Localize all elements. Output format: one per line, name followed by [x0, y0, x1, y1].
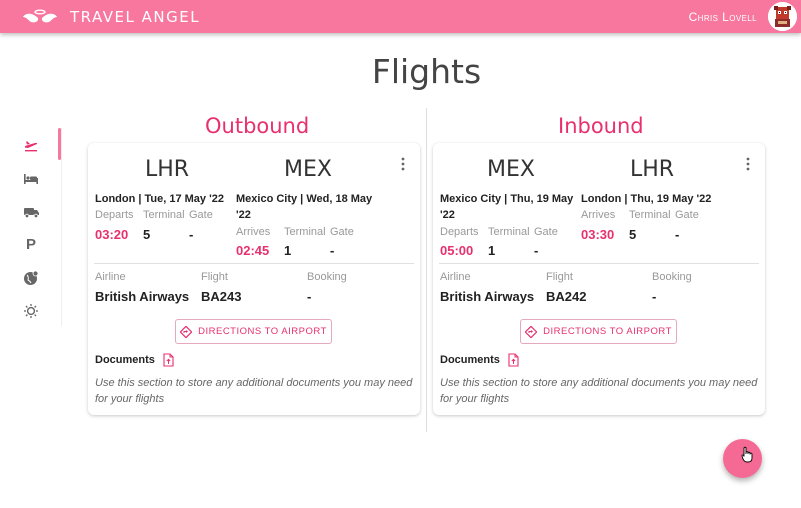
side-nav: P	[0, 128, 62, 326]
gate-label: Gate	[675, 209, 699, 221]
page-title: Flights	[371, 52, 482, 91]
directions-label: DIRECTIONS TO AIRPORT	[198, 326, 327, 337]
nav-item-weather[interactable]	[22, 302, 40, 320]
inbound-flight-card: MEX LHR Mexico City | Thu, 19 May '22 De…	[433, 143, 765, 415]
departs-label: Departs	[440, 226, 479, 238]
airline-label: Airline	[95, 271, 126, 283]
arrival-time: 03:30	[581, 227, 615, 242]
origin-code: MEX	[487, 157, 535, 182]
arrival-terminal: 5	[629, 227, 637, 242]
booking-value: -	[652, 289, 657, 304]
nav-item-hotels[interactable]	[22, 170, 40, 188]
arrives-label: Arrives	[581, 209, 616, 221]
globe-icon	[24, 270, 39, 285]
arrival-time: 02:45	[236, 243, 270, 258]
nav-item-flights[interactable]	[22, 136, 40, 154]
departure-city-date: London | Tue, 17 May '22	[95, 193, 224, 205]
documents-hint: Use this section to store any additional…	[440, 377, 758, 405]
departure-terminal: 1	[488, 243, 496, 258]
terminal-label: Terminal	[284, 226, 326, 238]
nav-item-car[interactable]	[22, 203, 40, 221]
departure-city-date-cont: '22	[440, 209, 455, 221]
car-icon	[23, 208, 39, 219]
nav-item-globe[interactable]	[22, 269, 40, 287]
origin-code: LHR	[145, 157, 190, 182]
gate-label: Gate	[189, 209, 213, 221]
booking-label: Booking	[652, 271, 692, 283]
departure-gate: -	[534, 243, 539, 258]
terminal-label: Terminal	[488, 226, 530, 238]
gate-label: Gate	[534, 226, 558, 238]
upload-file-icon[interactable]	[508, 353, 519, 367]
arrives-label: Arrives	[236, 226, 271, 238]
arrival-terminal: 1	[284, 243, 292, 258]
arrival-gate: -	[330, 243, 335, 258]
bed-icon	[24, 174, 38, 184]
upload-file-icon[interactable]	[163, 353, 174, 367]
outbound-flight-card: LHR MEX London | Tue, 17 May '22 Departs…	[88, 143, 420, 415]
gate-label: Gate	[330, 226, 354, 238]
directions-button[interactable]: DIRECTIONS TO AIRPORT	[175, 319, 332, 344]
arrival-city-date-cont: '22	[236, 209, 251, 221]
booking-value: -	[307, 289, 312, 304]
departure-time: 05:00	[440, 243, 474, 258]
directions-label: DIRECTIONS TO AIRPORT	[543, 326, 672, 337]
arrival-city-date: Mexico City | Wed, 18 May	[236, 193, 373, 205]
more-vert-icon[interactable]	[400, 157, 406, 171]
documents-title: Documents	[440, 354, 500, 366]
departs-label: Departs	[95, 209, 134, 221]
airline-value: British Airways	[440, 289, 535, 304]
avatar[interactable]	[768, 2, 797, 31]
column-divider	[426, 108, 427, 432]
airline-label: Airline	[440, 271, 471, 283]
documents-hint: Use this section to store any additional…	[95, 377, 413, 405]
flight-number: BA242	[546, 289, 587, 304]
directions-icon	[180, 325, 193, 338]
arrival-city-date: London | Thu, 19 May '22	[581, 193, 712, 205]
avatar-image-icon	[768, 2, 797, 31]
inbound-title: Inbound	[558, 114, 644, 138]
sun-icon	[24, 304, 38, 318]
departure-city-date: Mexico City | Thu, 19 May	[440, 193, 574, 205]
destination-code: LHR	[630, 157, 675, 182]
app-bar: TRAVEL ANGEL Chris Lovell	[0, 0, 801, 33]
arrival-gate: -	[675, 227, 680, 242]
destination-code: MEX	[284, 157, 332, 182]
nav-item-parking[interactable]: P	[22, 235, 40, 253]
app-title[interactable]: TRAVEL ANGEL	[70, 8, 200, 26]
departure-terminal: 5	[143, 227, 151, 242]
pointer-hand-icon	[741, 446, 753, 463]
card-divider	[94, 263, 414, 264]
flight-number: BA243	[201, 289, 242, 304]
card-divider	[439, 263, 759, 264]
flight-label: Flight	[546, 271, 573, 283]
terminal-label: Terminal	[629, 209, 671, 221]
airline-value: British Airways	[95, 289, 190, 304]
documents-title: Documents	[95, 354, 155, 366]
directions-button[interactable]: DIRECTIONS TO AIRPORT	[520, 319, 677, 344]
departure-gate: -	[189, 227, 194, 242]
directions-icon	[525, 325, 538, 338]
departure-time: 03:20	[95, 227, 129, 242]
parking-icon: P	[25, 235, 36, 253]
terminal-label: Terminal	[143, 209, 185, 221]
booking-label: Booking	[307, 271, 347, 283]
floating-action-button[interactable]	[723, 439, 762, 478]
angel-wings-logo-icon[interactable]	[22, 8, 58, 26]
more-vert-icon[interactable]	[745, 157, 751, 171]
flight-icon	[25, 141, 38, 152]
active-indicator	[58, 128, 61, 160]
flight-label: Flight	[201, 271, 228, 283]
outbound-title: Outbound	[205, 114, 310, 138]
user-name: Chris Lovell	[688, 10, 757, 24]
